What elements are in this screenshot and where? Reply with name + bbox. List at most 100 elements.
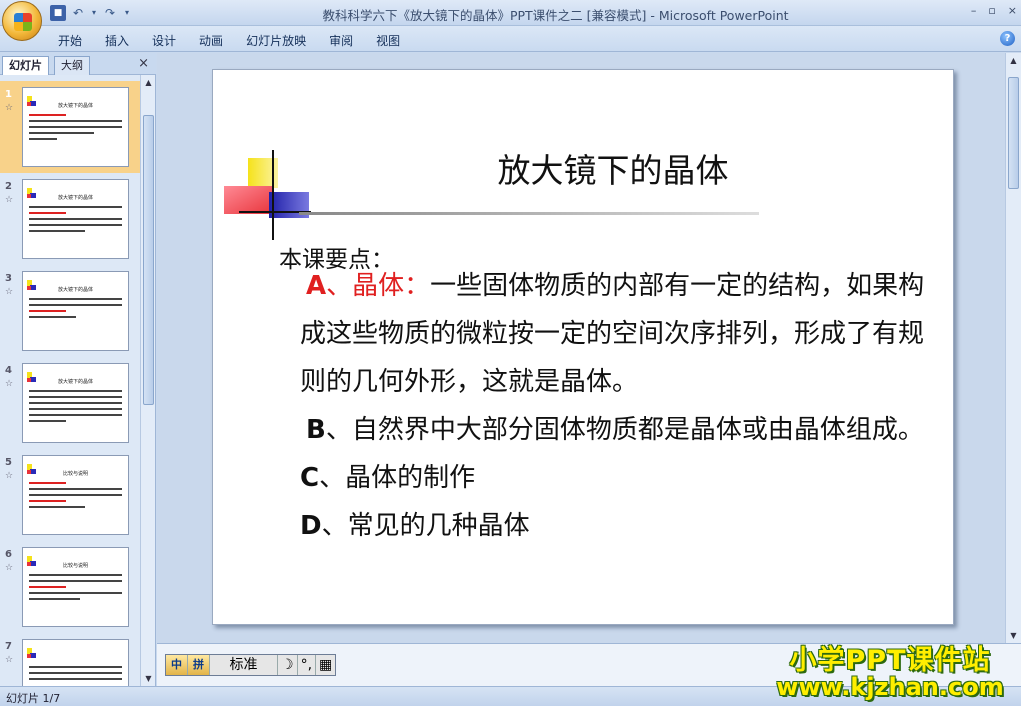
thumb-preview: 放大镜下的晶体 [22,363,129,443]
scroll-up-icon[interactable]: ▲ [1006,53,1021,68]
tab-insert[interactable]: 插入 [105,32,142,49]
tab-review[interactable]: 审阅 [329,32,366,49]
thumb-preview: 比较与说明 [22,547,129,627]
thumb-title: 放大镜下的晶体 [57,379,93,385]
point-text: 、常见的几种晶体 [321,511,530,541]
office-logo-icon [14,13,32,31]
window-title: 教科科学六下《放大镜下的晶体》PPT课件之二 [兼容模式] - Microsof… [322,8,789,23]
slide-thumbnail-1[interactable]: 1 ☆ 放大镜下的晶体 [0,81,140,173]
point-d: D、常见的几种晶体 [300,502,940,550]
point-text: 、晶体的制作 [319,463,476,493]
animation-star-icon: ☆ [5,195,14,205]
editor-scrollbar[interactable]: ▲ ▼ [1005,53,1021,643]
slide-indicator: 幻灯片 1/7 [6,692,61,705]
thumb-title: 放大镜下的晶体 [57,103,93,109]
slide-editor: 放大镜下的晶体 本课要点： A、晶体：一些固体物质的内部有一定的结构，如果构成这… [157,53,1005,643]
ribbon: 开始 插入 设计 动画 幻灯片放映 审阅 视图 ? [0,26,1021,52]
title-underline [299,212,759,215]
scroll-down-icon[interactable]: ▼ [141,671,156,686]
tab-design[interactable]: 设计 [152,32,189,49]
tab-slides[interactable]: 幻灯片 [2,56,49,75]
notes-pane[interactable]: 中 拼 标准 ☽ °, ▦ [157,643,1021,686]
animation-star-icon: ☆ [5,563,14,573]
slide-thumbnail-6[interactable]: 6 ☆ 比较与说明 [0,541,140,633]
tab-slideshow[interactable]: 幻灯片放映 [246,32,319,49]
point-text: 、自然界中大部分固体物质都是晶体或由晶体组成。 [325,415,924,445]
thumb-lines [29,482,122,512]
point-letter: D [300,511,322,541]
tab-animations[interactable]: 动画 [199,32,236,49]
point-c: C、晶体的制作 [300,454,940,502]
point-a: A、晶体：一些固体物质的内部有一定的结构，如果构成这些物质的微粒按一定的空间次序… [300,262,940,406]
thumb-lines [29,574,122,604]
thumb-preview: 放大镜下的晶体 [22,87,129,167]
animation-star-icon: ☆ [5,655,14,665]
thumb-title: 比较与说明 [62,471,88,477]
point-letter: B [306,415,326,445]
thumb-title: 放大镜下的晶体 [57,195,93,201]
ime-toolbar: 中 拼 标准 ☽ °, ▦ [165,654,337,676]
thumbnail-list: 1 ☆ 放大镜下的晶体 2 ☆ 放大镜下的晶体 3 ☆ 放大镜下的晶体 4 ☆ … [0,75,140,686]
thumb-number: 2 [5,181,12,192]
office-button[interactable] [2,1,42,41]
thumb-number: 3 [5,273,12,284]
slide-title[interactable]: 放大镜下的晶体 [313,144,913,192]
thumb-title: 放大镜下的晶体 [57,287,93,293]
slide-canvas[interactable]: 放大镜下的晶体 本课要点： A、晶体：一些固体物质的内部有一定的结构，如果构成这… [212,69,954,625]
thumb-preview: 比较与说明 [22,455,129,535]
animation-star-icon: ☆ [5,287,14,297]
slides-panel: 幻灯片 大纲 × 1 ☆ 放大镜下的晶体 2 ☆ 放大镜下的晶体 3 ☆ 放大镜… [0,53,156,686]
title-decoration [224,150,311,240]
ime-logo-icon[interactable]: 中 [166,655,188,675]
minimize-button[interactable]: – [971,4,977,17]
thumb-number: 7 [5,641,12,652]
scroll-up-icon[interactable]: ▲ [141,75,156,90]
restore-button[interactable]: ▫ [988,4,995,17]
slide-thumbnail-2[interactable]: 2 ☆ 放大镜下的晶体 [0,173,140,265]
point-letter: C [300,463,320,493]
tab-view[interactable]: 视图 [376,32,413,49]
thumb-preview [22,639,129,686]
help-icon[interactable]: ? [1000,31,1015,46]
animation-star-icon: ☆ [5,103,14,113]
thumb-number: 6 [5,549,12,560]
point-lead: 、晶体： [326,271,431,301]
ribbon-tabs: 开始 插入 设计 动画 幻灯片放映 审阅 视图 [58,32,423,49]
thumb-lines [29,206,122,236]
scroll-thumb[interactable] [143,115,154,405]
scroll-thumb[interactable] [1008,77,1019,189]
point-b: B、自然界中大部分固体物质都是晶体或由晶体组成。 [300,406,940,454]
tab-home[interactable]: 开始 [58,32,95,49]
thumb-lines [29,390,122,426]
tab-outline[interactable]: 大纲 [54,56,90,75]
panel-tabs: 幻灯片 大纲 × [0,53,156,75]
thumb-number: 4 [5,365,12,376]
slide-body[interactable]: A、晶体：一些固体物质的内部有一定的结构，如果构成这些物质的微粒按一定的空间次序… [300,262,940,550]
mini-deco [27,648,37,660]
slide-thumbnail-7[interactable]: 7 ☆ [0,633,140,686]
thumb-preview: 放大镜下的晶体 [22,179,129,259]
ime-keyboard-icon[interactable]: ▦ [316,655,335,675]
thumb-title: 比较与说明 [62,563,88,569]
slide-thumbnail-3[interactable]: 3 ☆ 放大镜下的晶体 [0,265,140,357]
thumb-preview: 放大镜下的晶体 [22,271,129,351]
ime-halfwidth-icon[interactable]: ☽ [278,655,298,675]
close-button[interactable]: × [1008,4,1017,17]
slide-thumbnail-5[interactable]: 5 ☆ 比较与说明 [0,449,140,541]
thumb-lines [29,666,122,684]
thumb-lines [29,114,122,144]
thumb-number: 1 [5,89,12,100]
thumb-number: 5 [5,457,12,468]
slide-thumbnail-4[interactable]: 4 ☆ 放大镜下的晶体 [0,357,140,449]
animation-star-icon: ☆ [5,471,14,481]
close-panel-icon[interactable]: × [138,56,149,71]
ime-mode[interactable]: 标准 [210,655,278,675]
deco-red-square [224,186,274,214]
ime-punct-icon[interactable]: °, [298,655,317,675]
thumbnail-scrollbar[interactable]: ▲ ▼ [140,75,155,686]
status-bar: 幻灯片 1/7 [0,686,1021,706]
point-letter: A [306,271,327,301]
ime-switch-icon[interactable]: 拼 [188,655,210,675]
scroll-down-icon[interactable]: ▼ [1006,628,1021,643]
thumb-lines [29,298,122,322]
